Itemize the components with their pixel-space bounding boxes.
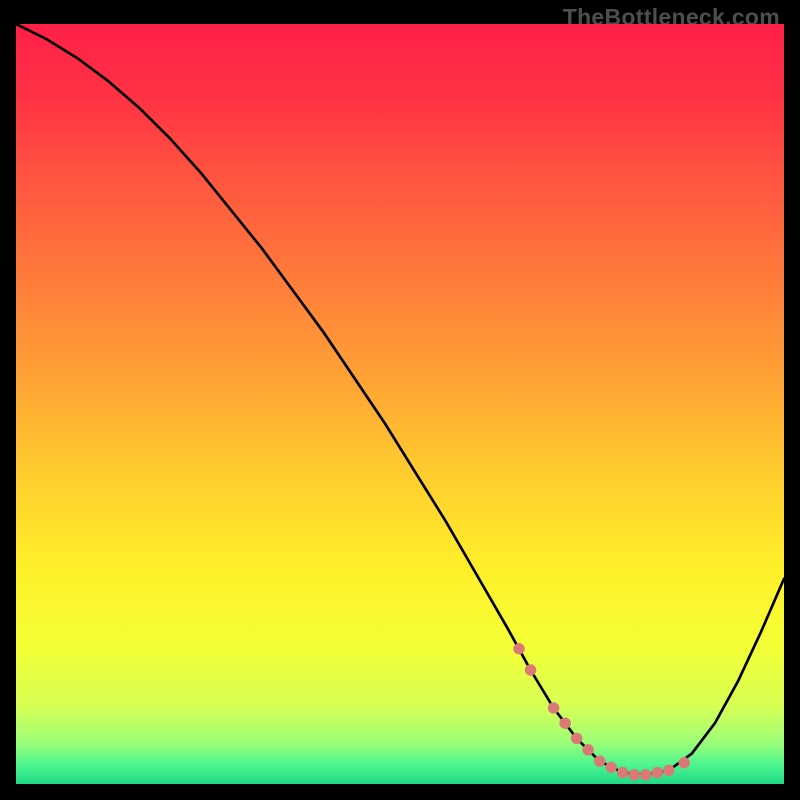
highlight-dots [513,643,690,781]
highlight-dot [594,756,606,767]
chart-stage: TheBottleneck.com [0,0,800,800]
bottleneck-curve [16,24,784,775]
highlight-dot [663,765,675,776]
highlight-dot [513,643,525,654]
highlight-dot [548,702,560,713]
highlight-dot [582,744,594,755]
highlight-dot [617,767,629,778]
highlight-dot [678,757,690,768]
highlight-dot [525,664,537,675]
highlight-dot [605,762,617,773]
highlight-dot [628,769,640,780]
highlight-dot [640,769,652,780]
highlight-dot [571,733,583,744]
plot-area [16,24,784,784]
highlight-dot [559,718,571,729]
curve-layer [16,24,784,784]
plot-frame [16,24,784,784]
highlight-dot [652,767,664,778]
